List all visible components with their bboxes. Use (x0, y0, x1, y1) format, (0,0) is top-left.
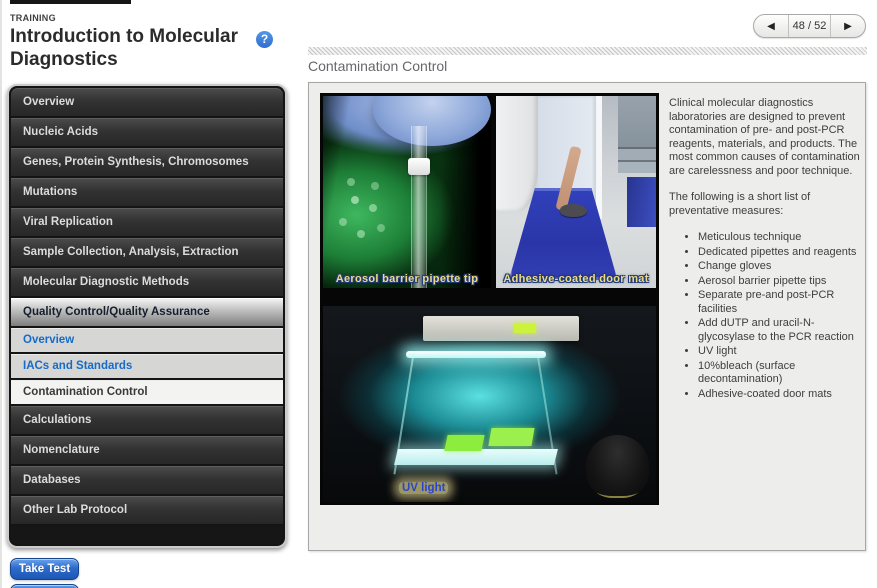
image-collage: Aerosol barrier pipette tip Adhesive-coa… (320, 93, 659, 505)
sidebar-item-sample-collection-analysis-extraction[interactable]: Sample Collection, Analysis, Extraction (11, 238, 283, 266)
person-shoe (560, 204, 587, 217)
sidebar-item-databases[interactable]: Databases (11, 466, 283, 494)
gloved-hand (373, 96, 491, 146)
bullet-item: Meticulous technique (698, 231, 861, 245)
sidebar-item-nomenclature[interactable]: Nomenclature (11, 436, 283, 464)
bottom-cutoff-button[interactable] (10, 584, 79, 588)
previous-page-button[interactable]: ◀ (754, 15, 788, 37)
blue-panel (627, 177, 656, 227)
uv-lamp (406, 351, 546, 358)
photo-adhesive-door-mat: Adhesive-coated door mat (496, 96, 656, 288)
lesson-paragraph: The following is a short list of prevent… (669, 191, 861, 218)
sidebar-item-quality-control-quality-assurance[interactable]: Quality Control/Quality Assurance (11, 298, 283, 326)
sidebar-item-nucleic-acids[interactable]: Nucleic Acids (11, 118, 283, 146)
top-tab-remnant (10, 0, 131, 4)
sidebar-item-calculations[interactable]: Calculations (11, 406, 283, 434)
aerosol-filter (408, 158, 430, 175)
help-icon[interactable]: ? (256, 31, 273, 48)
page-title: Introduction to Molecular Diagnostics (10, 25, 255, 71)
nav-footer-bar (11, 526, 283, 544)
bullet-item: Dedicated pipettes and reagents (698, 246, 861, 260)
tube-rack-holes (351, 196, 359, 204)
sidebar-item-overview[interactable]: Overview (11, 328, 283, 352)
lesson-text: Clinical molecular diagnostics laborator… (669, 97, 861, 402)
page-left-edge (0, 0, 2, 588)
waste-bucket (586, 435, 649, 498)
take-test-button[interactable]: Take Test (10, 558, 79, 580)
bullet-item: Add dUTP and uracil-N-glycosylase to the… (698, 317, 861, 344)
lab-coat (496, 96, 538, 211)
photo-caption: UV light (399, 482, 448, 494)
cabinet-worktop (394, 449, 558, 465)
green-tray (445, 435, 485, 451)
cabinet-display (514, 323, 536, 332)
photo-aerosol-barrier-pipette-tip: Aerosol barrier pipette tip (323, 96, 491, 288)
left-arrow-icon: ◀ (767, 21, 775, 32)
page-counter: 48 / 52 (788, 15, 831, 37)
next-page-button[interactable]: ▶ (831, 15, 865, 37)
content-panel: Aerosol barrier pipette tip Adhesive-coa… (308, 82, 866, 551)
sidebar-item-viral-replication[interactable]: Viral Replication (11, 208, 283, 236)
bullet-item: UV light (698, 345, 861, 359)
photo-uv-light-cabinet: UV light (323, 306, 656, 502)
sidebar-item-overview[interactable]: Overview (11, 88, 283, 116)
photo-caption: Aerosol barrier pipette tip (323, 273, 491, 285)
course-nav: OverviewNucleic AcidsGenes, Protein Synt… (7, 84, 287, 548)
cabinet-control-unit (423, 316, 580, 341)
pipette-tip (411, 126, 427, 288)
hatched-divider (308, 47, 867, 55)
preventative-measures-list: Meticulous techniqueDedicated pipettes a… (669, 231, 861, 401)
bullet-item: Aerosol barrier pipette tips (698, 275, 861, 289)
sidebar-item-mutations[interactable]: Mutations (11, 178, 283, 206)
bullet-item: Adhesive-coated door mats (698, 388, 861, 402)
sidebar-item-genes-protein-synthesis-chromosomes[interactable]: Genes, Protein Synthesis, Chromosomes (11, 148, 283, 176)
training-eyebrow: TRAINING (10, 13, 56, 23)
right-arrow-icon: ▶ (844, 21, 852, 32)
sidebar-item-molecular-diagnostic-methods[interactable]: Molecular Diagnostic Methods (11, 268, 283, 296)
green-tray (488, 428, 534, 446)
photo-caption: Adhesive-coated door mat (496, 273, 656, 285)
sidebar-item-contamination-control[interactable]: Contamination Control (11, 380, 283, 404)
sidebar-item-other-lab-protocol[interactable]: Other Lab Protocol (11, 496, 283, 524)
bullet-item: Separate pre-and post-PCR facilities (698, 289, 861, 316)
bullet-item: Change gloves (698, 260, 861, 274)
page-navigator: ◀ 48 / 52 ▶ (753, 14, 866, 38)
lab-drawers (618, 96, 656, 173)
content-heading: Contamination Control (308, 58, 447, 74)
sidebar-item-iacs-and-standards[interactable]: IACs and Standards (11, 354, 283, 378)
lesson-paragraph: Clinical molecular diagnostics laborator… (669, 97, 861, 178)
bullet-item: 10%bleach (surface decontamination) (698, 360, 861, 387)
